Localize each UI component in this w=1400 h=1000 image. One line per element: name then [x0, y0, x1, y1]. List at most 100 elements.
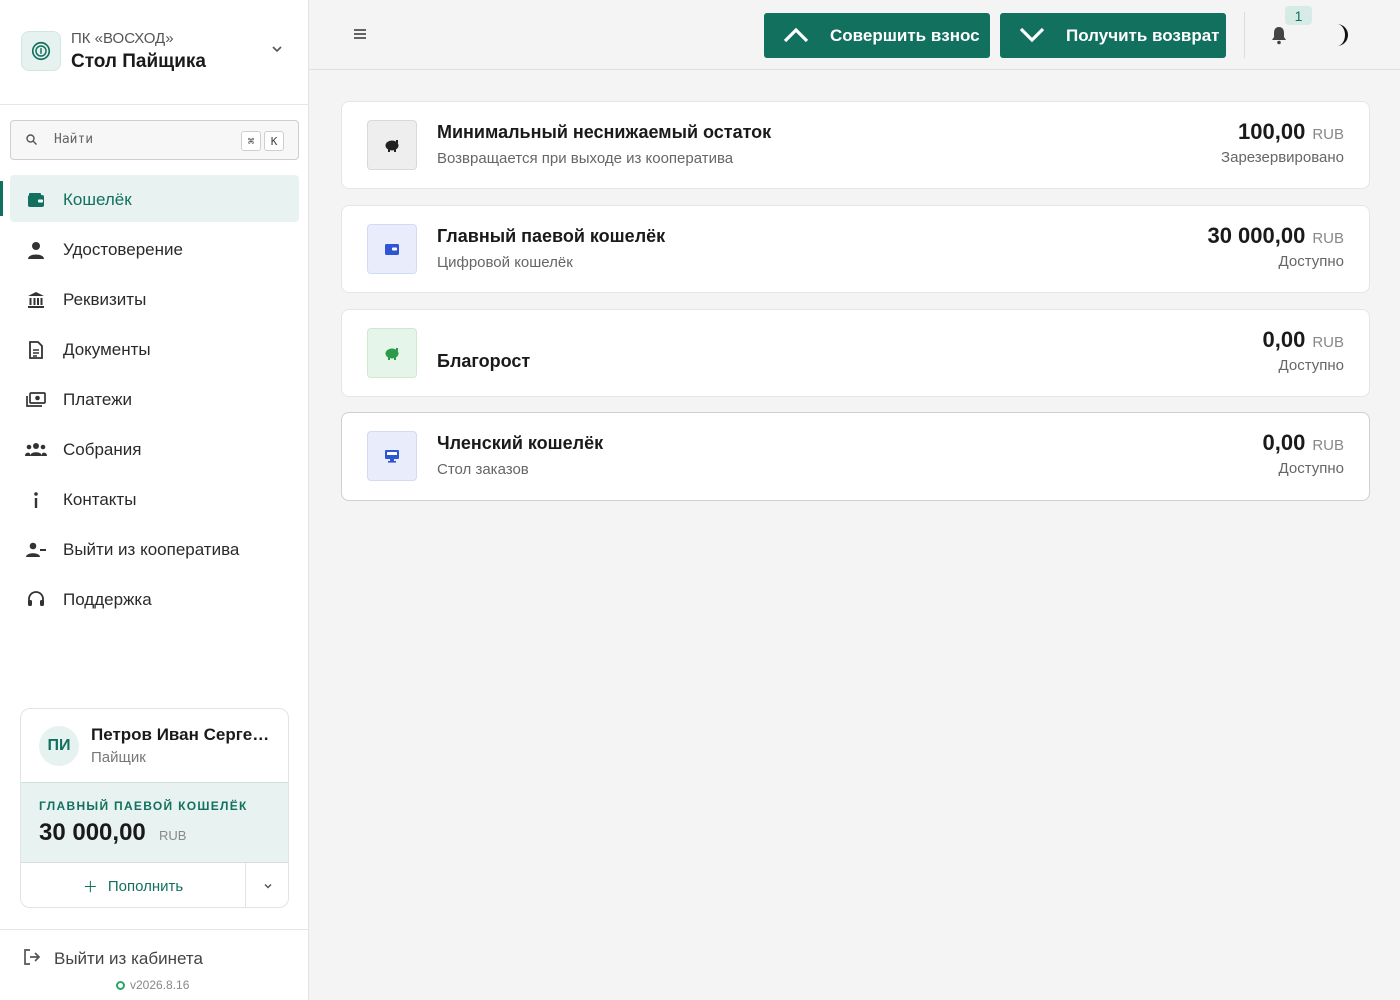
- wallet-currency: RUB: [1312, 334, 1344, 351]
- wallet-currency: RUB: [1312, 126, 1344, 143]
- org-logo: [21, 31, 61, 71]
- fingerprint-logo-icon: [31, 41, 51, 61]
- wallet-status: Доступно: [1278, 460, 1344, 477]
- chevron-down-icon[interactable]: [266, 38, 288, 60]
- plus-icon: ＋: [82, 878, 98, 896]
- person-remove-icon: [25, 539, 47, 561]
- wallet-amount: 30 000,00: [1207, 223, 1306, 248]
- wallet-balance: 100,00 RUB: [1238, 119, 1344, 145]
- wallet-summary-label: ГЛАВНЫЙ ПАЕВОЙ КОШЕЛЁК: [39, 799, 248, 813]
- sidebar-item-requisites[interactable]: Реквизиты: [0, 275, 309, 325]
- wallet-card-min-balance[interactable]: Минимальный неснижаемый остаток Возвраща…: [341, 101, 1370, 189]
- chevron-down-icon: [264, 883, 272, 889]
- sidebar-item-contacts[interactable]: Контакты: [0, 475, 309, 525]
- piggy-bank-icon: [367, 120, 417, 170]
- sidebar-item-payments[interactable]: Платежи: [0, 375, 309, 425]
- wallet-amount: 100,00: [1238, 119, 1306, 144]
- groups-icon: [25, 439, 47, 461]
- wallet-subtitle: Цифровой кошелёк: [437, 254, 573, 271]
- sidebar-item-label: Поддержка: [63, 590, 152, 609]
- wallet-subtitle: Возвращается при выходе из кооператива: [437, 150, 734, 167]
- header-divider: [1244, 12, 1245, 58]
- chevron-down-icon: [1019, 27, 1045, 43]
- payments-icon: [25, 389, 47, 411]
- wallet-balance: 0,00 RUB: [1263, 430, 1345, 456]
- sidebar-item-wallet[interactable]: Кошелёк: [0, 175, 309, 225]
- notification-badge: 1: [1285, 6, 1312, 25]
- sidebar-item-label: Платежи: [63, 390, 132, 409]
- logout-section: Выйти из кабинета v2026.8.16: [0, 929, 309, 1000]
- logout-icon: [24, 949, 41, 965]
- sidebar-item-label: Реквизиты: [63, 290, 147, 309]
- avatar[interactable]: ПИ: [39, 726, 79, 766]
- wallet-status: Доступно: [1278, 253, 1344, 270]
- search-placeholder: Найти: [54, 132, 94, 147]
- document-icon: [25, 339, 47, 361]
- bank-icon: [25, 289, 47, 311]
- sidebar: ПК «ВОСХОД» Стол Пайщика Найти ⌘ K Кошел…: [0, 0, 309, 1000]
- person-icon: [25, 239, 47, 261]
- version-text: v2026.8.16: [130, 978, 190, 992]
- sidebar-item-label: Собрания: [63, 440, 142, 459]
- wallet-currency: RUB: [1312, 437, 1344, 454]
- logout-button[interactable]: Выйти из кабинета: [54, 949, 203, 969]
- active-indicator: [0, 181, 3, 216]
- wallet-status: Зарезервировано: [1221, 149, 1344, 166]
- wallet-status: Доступно: [1278, 357, 1344, 374]
- return-label: Получить возврат: [1066, 25, 1220, 45]
- shortcut-mod-key: ⌘: [241, 131, 261, 151]
- wallet-title: Минимальный неснижаемый остаток: [437, 122, 772, 142]
- app-title: Стол Пайщика: [71, 51, 206, 72]
- sidebar-item-certificate[interactable]: Удостоверение: [0, 225, 309, 275]
- wallet-summary-currency: RUB: [159, 828, 187, 843]
- sidebar-item-label: Документы: [63, 340, 151, 359]
- user-card: ПИ Петров Иван Сергеевич Пайщик ГЛАВНЫЙ …: [20, 708, 289, 908]
- info-icon: [25, 489, 47, 511]
- contribute-label: Совершить взнос: [830, 25, 980, 45]
- sidebar-item-label: Кошелёк: [63, 190, 132, 209]
- wallet-card-main-share[interactable]: Главный паевой кошелёк Цифровой кошелёк …: [341, 205, 1370, 293]
- wallet-amount: 0,00: [1262, 430, 1306, 455]
- sidebar-item-label: Выйти из кооператива: [63, 540, 240, 559]
- savings-icon: [367, 328, 417, 378]
- topup-dropdown-button[interactable]: [246, 863, 288, 907]
- search-icon: [26, 134, 37, 145]
- sidebar-nav: Кошелёк Удостоверение Реквизиты Документ…: [0, 175, 309, 625]
- bell-icon[interactable]: [1270, 25, 1288, 45]
- topup-label: Пополнить: [107, 877, 184, 895]
- wallet-balance: 0,00 RUB: [1263, 327, 1345, 353]
- wallet-currency: RUB: [1312, 230, 1344, 247]
- wallet-balance: 30 000,00 RUB: [1207, 223, 1344, 249]
- active-highlight: [10, 175, 299, 222]
- desktop-icon: [367, 431, 417, 481]
- wallet-icon: [25, 189, 47, 211]
- wallet-subtitle: Стол заказов: [437, 461, 529, 478]
- user-role: Пайщик: [91, 749, 146, 766]
- wallet-summary-amount: 30 000,00: [39, 819, 146, 846]
- version-info: v2026.8.16: [116, 978, 189, 992]
- wallet-amount: 0,00: [1262, 327, 1306, 352]
- wallet-icon: [367, 224, 417, 274]
- chevron-up-icon: [783, 27, 809, 43]
- sidebar-item-label: Удостоверение: [63, 240, 183, 259]
- contribute-button[interactable]: Совершить взнос: [764, 13, 990, 58]
- sidebar-item-label: Контакты: [63, 490, 137, 509]
- main-wallet-summary: ГЛАВНЫЙ ПАЕВОЙ КОШЕЛЁК 30 000,00 RUB: [21, 782, 288, 863]
- status-dot-icon: [116, 980, 125, 990]
- wallet-title: Благорост: [437, 351, 531, 371]
- menu-icon[interactable]: [350, 24, 370, 44]
- org-switcher[interactable]: ПК «ВОСХОД» Стол Пайщика: [0, 0, 309, 105]
- moon-icon[interactable]: [1326, 21, 1352, 49]
- sidebar-item-support[interactable]: Поддержка: [0, 575, 309, 625]
- sidebar-item-documents[interactable]: Документы: [0, 325, 309, 375]
- sidebar-item-leave-coop[interactable]: Выйти из кооператива: [0, 525, 309, 575]
- wallet-title: Главный паевой кошелёк: [437, 226, 666, 246]
- wallet-card-membership[interactable]: Членский кошелёк Стол заказов 0,00 RUB Д…: [341, 412, 1370, 501]
- search-input[interactable]: Найти ⌘ K: [10, 120, 299, 160]
- wallet-card-blagorost[interactable]: Благорост 0,00 RUB Доступно: [341, 309, 1370, 397]
- sidebar-item-meetings[interactable]: Собрания: [0, 425, 309, 475]
- topup-button[interactable]: ＋ Пополнить: [21, 863, 246, 907]
- headset-icon: [25, 589, 47, 611]
- org-name: ПК «ВОСХОД»: [71, 30, 174, 47]
- return-button[interactable]: Получить возврат: [1000, 13, 1226, 58]
